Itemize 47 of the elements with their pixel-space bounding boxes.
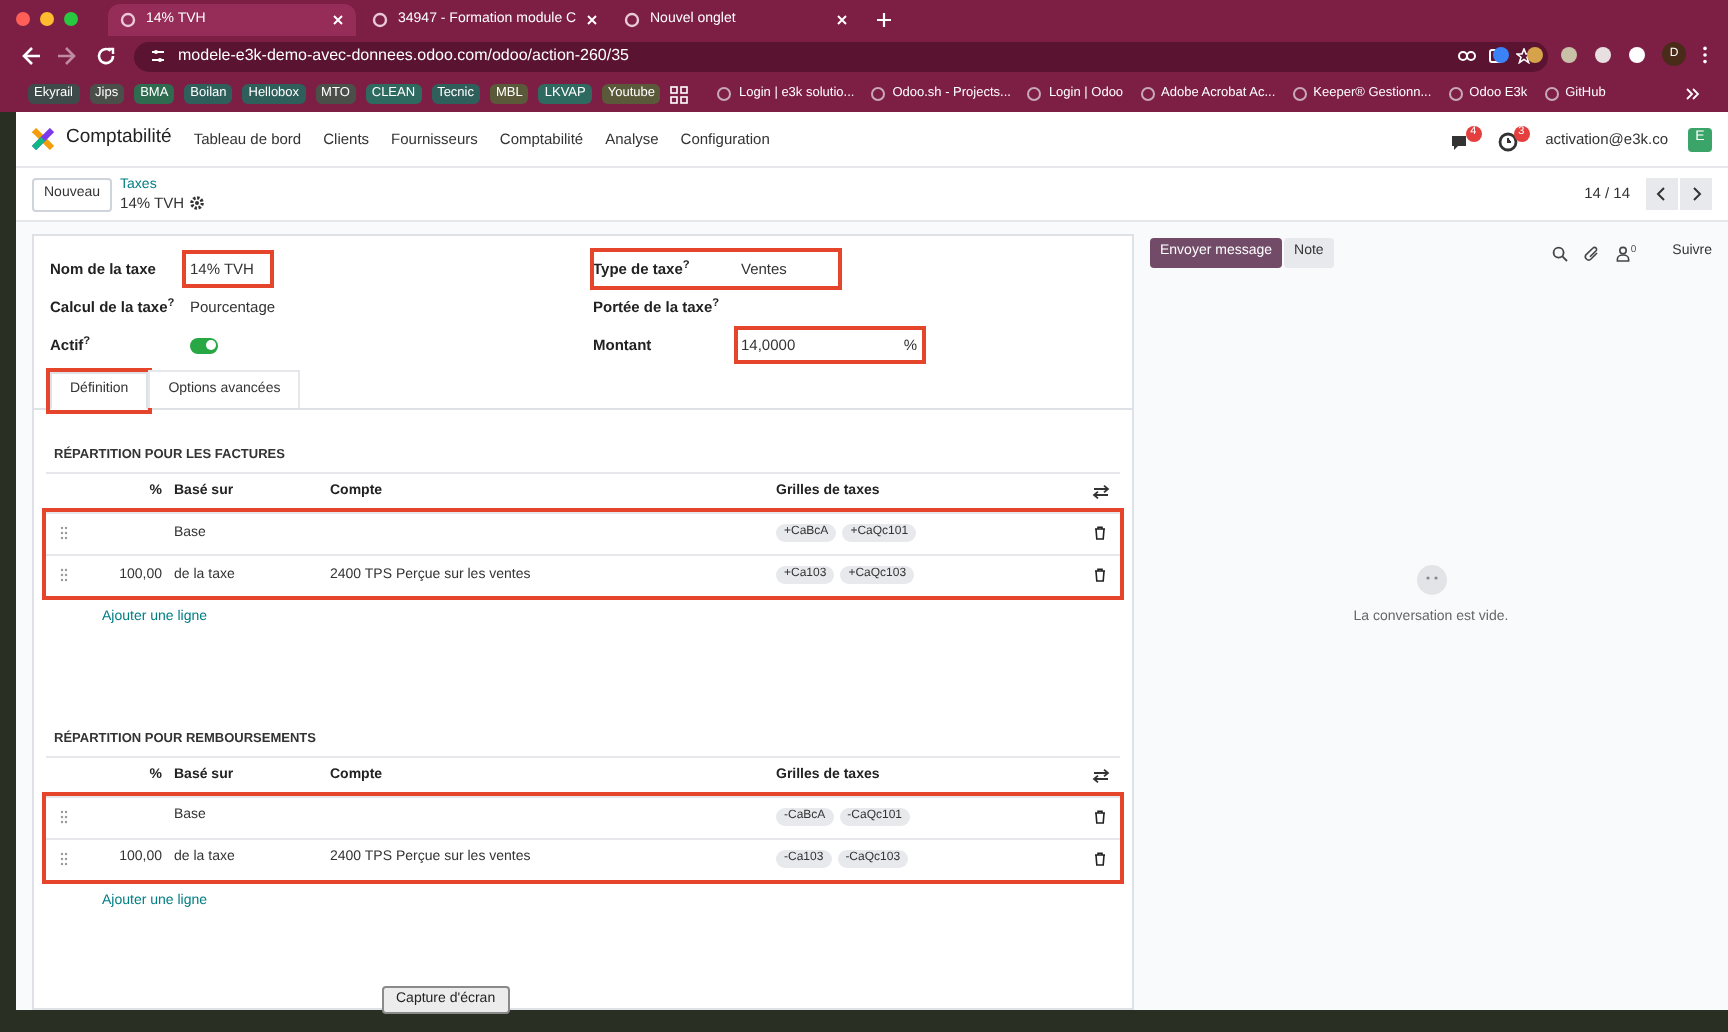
app-logo-icon[interactable] — [32, 128, 54, 150]
reload-icon[interactable] — [96, 46, 116, 66]
chat-icon[interactable] — [1449, 131, 1470, 151]
globe-icon — [624, 12, 640, 28]
drag-handle-icon[interactable] — [60, 810, 68, 824]
install-icon[interactable] — [1488, 48, 1504, 64]
previous-button[interactable] — [1646, 178, 1678, 210]
globe-icon — [1026, 86, 1043, 102]
face-icon — [1415, 564, 1447, 596]
close-icon[interactable] — [586, 14, 599, 26]
close-icon[interactable] — [332, 14, 344, 26]
drag-handle-icon[interactable] — [60, 526, 68, 541]
delete-icon[interactable] — [1094, 568, 1106, 583]
drag-handle-icon[interactable] — [60, 852, 68, 866]
settings-icon[interactable] — [190, 196, 204, 210]
next-button[interactable] — [1680, 178, 1712, 210]
address-bar[interactable]: modele-e3k-demo-avec-donnees.odoo.com/odoo/action-260/35 — [134, 41, 1548, 71]
new-tab-icon[interactable] — [876, 12, 892, 28]
delete-icon[interactable] — [1094, 526, 1106, 541]
globe-icon — [120, 12, 136, 28]
paperclip-icon[interactable] — [1584, 245, 1601, 261]
delete-icon[interactable] — [1094, 810, 1106, 824]
column-settings-icon[interactable] — [1091, 768, 1109, 784]
person-icon — [1616, 245, 1631, 261]
column-settings-icon[interactable] — [1091, 484, 1109, 501]
chevrons-right-icon[interactable] — [1686, 88, 1700, 100]
clock-icon[interactable] — [1497, 131, 1518, 151]
url-text: modele-e3k-demo-avec-donnees.odoo.com/odoo/action-260/35 — [178, 44, 631, 68]
tune-icon[interactable] — [150, 48, 166, 64]
close-icon[interactable] — [836, 14, 848, 26]
more-icon[interactable] — [1702, 45, 1708, 63]
globe-icon — [870, 86, 887, 102]
globe-icon — [1543, 86, 1560, 102]
globe-icon — [1139, 86, 1156, 102]
app-name[interactable]: Comptabilité — [66, 124, 172, 154]
search-icon[interactable] — [1552, 245, 1569, 261]
toggle-switch[interactable] — [190, 337, 218, 353]
globe-icon — [1291, 86, 1308, 102]
forward-icon[interactable] — [58, 46, 78, 66]
globe-icon — [372, 12, 388, 28]
back-icon[interactable] — [20, 46, 40, 66]
drag-handle-icon[interactable] — [60, 568, 68, 583]
star-icon[interactable] — [1516, 48, 1532, 64]
apps-icon[interactable] — [670, 85, 689, 103]
delete-icon[interactable] — [1094, 852, 1106, 866]
globe-icon — [1447, 86, 1464, 102]
globe-icon — [716, 86, 733, 102]
